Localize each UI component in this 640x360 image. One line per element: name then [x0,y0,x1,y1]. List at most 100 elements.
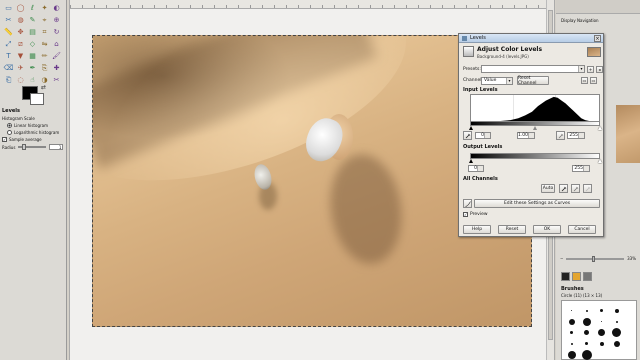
brush-preset[interactable] [609,327,624,338]
radius-slider[interactable] [18,144,47,150]
brush-preset[interactable] [579,316,594,327]
brush-preset[interactable] [579,338,594,349]
black-picker-icon[interactable] [463,131,472,140]
dock-tab-strip[interactable] [556,0,640,14]
preview-row[interactable]: ✓ Preview [463,212,488,217]
swap-colors-icon[interactable]: ⇄ [41,84,46,91]
paintbrush-icon[interactable]: 🖌 [51,51,62,62]
text-icon[interactable]: T [3,51,14,62]
output-high-handle[interactable] [598,159,602,163]
scale-icon[interactable]: ⤢ [3,39,14,50]
cancel-button[interactable]: Cancel [568,225,596,234]
brush-preset[interactable] [564,305,579,316]
brush-preset[interactable] [564,349,579,360]
zoom-slider[interactable] [566,255,625,262]
log-histogram-icon[interactable]: ▭ [590,77,597,84]
reset-button[interactable]: Reset [498,225,526,234]
brush-preset[interactable] [564,327,579,338]
brushes-tab-icon[interactable] [561,272,570,281]
patterns-tab-icon[interactable] [572,272,581,281]
channel-combo[interactable]: Value ▾ [481,76,513,85]
radius-slider-handle[interactable] [22,144,27,150]
foreground-select-icon[interactable]: ◍ [15,15,26,26]
crop-icon[interactable]: ⌗ [39,27,50,38]
move-icon[interactable]: ✥ [15,27,26,38]
input-high-spin[interactable]: 255 [567,132,585,139]
brush-preset[interactable] [594,305,609,316]
black-point-picker-icon[interactable] [559,184,568,193]
align-icon[interactable]: ▤ [27,27,38,38]
reset-channel-button[interactable]: Reset Channel [517,76,549,86]
brush-preset[interactable] [564,338,579,349]
brush-preset[interactable] [579,305,594,316]
close-icon[interactable]: × [594,35,601,42]
background-color-swatch[interactable] [30,93,44,105]
white-point-picker-icon[interactable] [583,184,592,193]
black-point-handle[interactable] [469,126,473,130]
perspective-icon[interactable]: ◇ [27,39,38,50]
dialog-titlebar[interactable]: Levels × [459,34,603,43]
ellipse-select-icon[interactable]: ◯ [15,3,26,14]
ok-button[interactable]: OK [533,225,561,234]
navigation-preview[interactable] [616,105,640,163]
output-high-spin[interactable]: 255 [572,165,590,172]
log-histogram-radio[interactable]: Logarithmic histogram [7,130,65,135]
bucket-fill-icon[interactable]: ▼ [15,51,26,62]
gray-point-picker-icon[interactable] [571,184,580,193]
help-button[interactable]: Help [463,225,491,234]
gamma-handle[interactable] [533,126,537,130]
linear-histogram-icon[interactable]: ▭ [581,77,588,84]
color-select-icon[interactable]: ◐ [51,3,62,14]
perspective-clone-icon[interactable]: ⎗ [3,75,14,86]
brush-preset[interactable] [594,338,609,349]
brush-preset[interactable] [579,327,594,338]
presets-combo[interactable]: ▾ [481,65,585,73]
input-low-spin[interactable]: 0 [475,132,491,139]
output-low-spin[interactable]: 0 [468,165,484,172]
lasso-icon[interactable]: ℓ [27,3,38,14]
fuzzy-select-icon[interactable]: ✦ [39,3,50,14]
histogram[interactable] [470,94,600,122]
rect-select-icon[interactable]: ▭ [3,3,14,14]
rotate-icon[interactable]: ↻ [51,27,62,38]
scissors-select-icon[interactable]: ✂ [51,75,62,86]
gradients-tab-icon[interactable] [583,272,592,281]
blend-icon[interactable]: ▦ [27,51,38,62]
brush-preset[interactable] [594,327,609,338]
eraser-icon[interactable]: ⌫ [3,63,14,74]
zoom-slider-handle[interactable] [592,255,596,262]
edit-as-curves-button[interactable]: Edit these Settings as Curves [474,199,600,208]
clone-icon[interactable]: ⎘ [39,63,50,74]
radius-input[interactable]: 1 [49,144,64,150]
pencil-icon[interactable]: ✏ [39,51,50,62]
gray-picker-icon[interactable] [556,131,565,140]
brush-preset[interactable] [609,305,624,316]
heal-icon[interactable]: ✚ [51,63,62,74]
measure-icon[interactable]: 📏 [3,27,14,38]
brush-preset[interactable] [594,316,609,327]
airbrush-icon[interactable]: ✈ [15,63,26,74]
brush-preset[interactable] [609,316,624,327]
shear-icon[interactable]: ⧄ [15,39,26,50]
linear-histogram-radio[interactable]: Linear histogram [7,123,65,128]
brush-preset[interactable] [579,349,594,360]
sample-average-checkbox[interactable]: ✓ Sample average [2,137,65,142]
output-low-handle[interactable] [469,159,473,163]
ink-icon[interactable]: ✒ [27,63,38,74]
add-preset-icon[interactable]: + [587,65,594,73]
flip-icon[interactable]: ⇋ [39,39,50,50]
brush-preset[interactable] [609,338,624,349]
paths-icon[interactable]: ✎ [27,15,38,26]
zoom-icon[interactable]: ⊕ [51,15,62,26]
color-picker-icon[interactable]: ⌖ [39,15,50,26]
white-point-handle[interactable] [598,126,602,130]
input-gamma-spin[interactable]: 1.00 [517,132,535,139]
preview-checkmark-icon[interactable]: ✓ [463,212,468,217]
horizontal-ruler[interactable] [70,0,554,9]
auto-button[interactable]: Auto [541,184,555,193]
brush-preset[interactable] [564,316,579,327]
cage-icon[interactable]: ⌂ [51,39,62,50]
zoom-out-icon[interactable]: − [560,256,563,261]
preset-menu-icon[interactable]: ◂ [596,65,603,73]
scissors-icon[interactable]: ✂ [3,15,14,26]
